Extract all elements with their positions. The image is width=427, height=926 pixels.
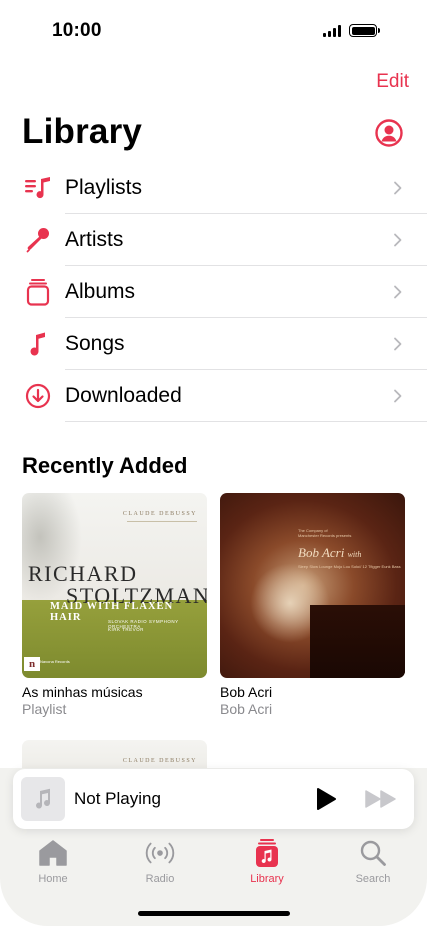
tab-library[interactable]: Library <box>227 838 307 885</box>
album-subtitle: Playlist <box>22 701 67 717</box>
album-subtitle: Bob Acri <box>220 701 273 717</box>
section-title-recently-added: Recently Added <box>22 453 188 478</box>
radio-icon <box>145 838 175 868</box>
menu-item-albums[interactable]: Albums <box>0 266 427 318</box>
mini-player[interactable]: Not Playing <box>13 769 414 829</box>
status-bar: 10:00 <box>0 0 427 60</box>
album-card[interactable]: CLAUDE DEBUSSY RICHARD STOLTZMAN MAID WI… <box>22 493 207 717</box>
page-title: Library <box>22 112 143 151</box>
menu-item-label: Albums <box>65 280 136 303</box>
divider <box>65 421 427 422</box>
fast-forward-icon[interactable] <box>365 789 397 809</box>
search-icon <box>358 838 388 868</box>
menu-item-label: Songs <box>65 332 125 355</box>
album-artwork[interactable]: The Company of Manchester Records presen… <box>220 493 405 678</box>
menu-item-songs[interactable]: Songs <box>0 318 427 370</box>
tab-search[interactable]: Search <box>333 838 413 885</box>
album-title: As minhas músicas <box>22 684 143 700</box>
menu-item-label: Playlists <box>65 176 143 199</box>
menu-item-playlists[interactable]: Playlists <box>0 162 427 214</box>
library-icon <box>252 838 282 868</box>
chevron-right-icon <box>394 285 402 299</box>
mini-player-title: Not Playing <box>74 789 161 808</box>
menu-item-label: Downloaded <box>65 384 182 407</box>
library-menu: Playlists Artists Albums Songs Downloade… <box>0 162 427 422</box>
download-icon <box>24 383 52 409</box>
music-note-icon <box>24 331 52 357</box>
microphone-icon <box>24 227 52 253</box>
menu-item-label: Artists <box>65 228 124 251</box>
playlists-icon <box>24 175 52 201</box>
play-icon[interactable] <box>315 787 337 811</box>
signal-icon <box>323 24 341 37</box>
battery-icon <box>349 24 380 37</box>
albums-icon <box>24 279 52 306</box>
album-card[interactable]: The Company of Manchester Records presen… <box>220 493 405 717</box>
music-note-icon <box>36 788 51 809</box>
menu-item-downloaded[interactable]: Downloaded <box>0 370 427 422</box>
chevron-right-icon <box>394 233 402 247</box>
status-time: 10:00 <box>52 20 102 41</box>
chevron-right-icon <box>394 337 402 351</box>
status-icons <box>323 24 380 37</box>
menu-item-artists[interactable]: Artists <box>0 214 427 266</box>
chevron-right-icon <box>394 389 402 403</box>
tab-home[interactable]: Home <box>13 838 93 885</box>
album-title: Bob Acri <box>220 684 273 700</box>
profile-icon[interactable] <box>375 119 403 147</box>
edit-button[interactable]: Edit <box>376 71 409 93</box>
label-logo: n <box>24 657 40 671</box>
tab-radio[interactable]: Radio <box>120 838 200 885</box>
home-icon <box>38 838 68 868</box>
chevron-right-icon <box>394 181 402 195</box>
tab-bar: Home Radio Library Search <box>0 838 427 898</box>
mini-player-artwork <box>21 777 65 821</box>
home-indicator[interactable] <box>138 911 290 916</box>
album-artwork[interactable]: CLAUDE DEBUSSY RICHARD STOLTZMAN MAID WI… <box>22 493 207 678</box>
